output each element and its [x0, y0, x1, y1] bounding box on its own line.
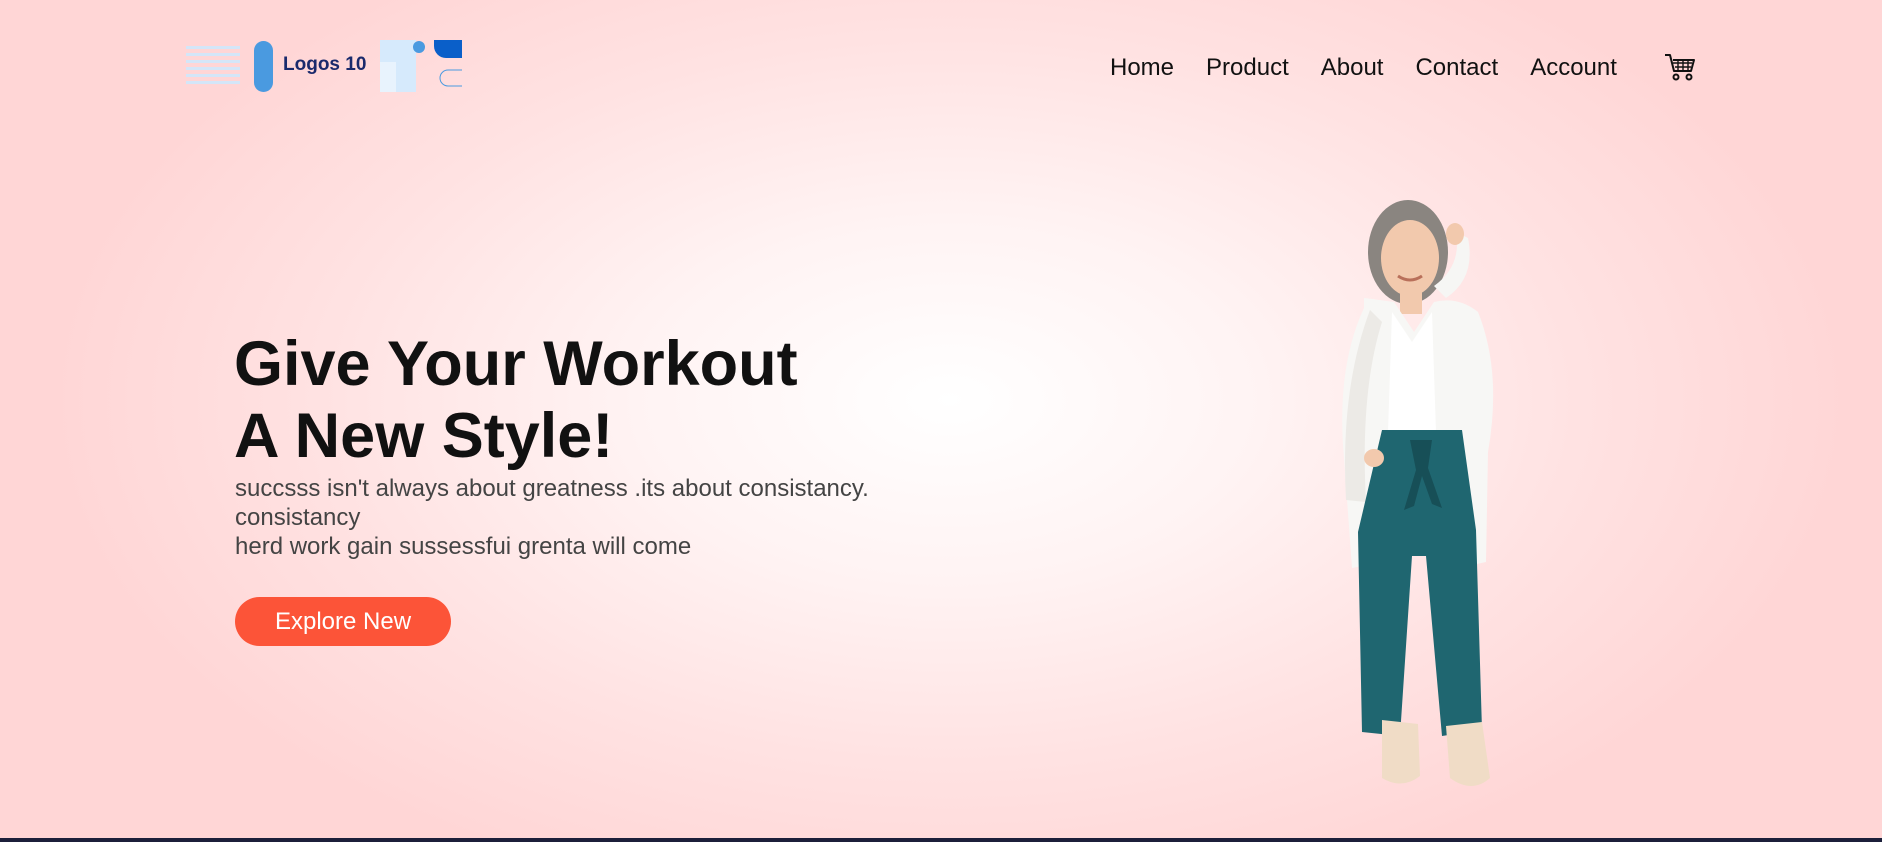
- nav-home[interactable]: Home: [1110, 54, 1174, 82]
- nav-contact[interactable]: Contact: [1415, 54, 1498, 82]
- nav-product[interactable]: Product: [1206, 54, 1289, 82]
- logo-text: Logos 10: [283, 54, 367, 75]
- main-nav: Home Product About Contact Account: [1110, 54, 1649, 82]
- hero-model-image: [1342, 200, 1494, 786]
- hero-subtext-line-2: consistancy: [235, 504, 361, 531]
- nav-account[interactable]: Account: [1530, 54, 1617, 82]
- hero-headline-line-1: Give Your Workout: [234, 329, 798, 399]
- footer-edge-bar: [0, 838, 1882, 842]
- hero-headline: Give Your Workout A New Style!: [234, 328, 798, 472]
- hero-headline-line-2: A New Style!: [234, 401, 614, 471]
- explore-new-button[interactable]: Explore New: [235, 597, 451, 646]
- cart-icon[interactable]: [1664, 52, 1696, 82]
- hero-subtext: succsss isn't always about greatness .it…: [235, 474, 869, 561]
- hero-subtext-line-1: succsss isn't always about greatness .it…: [235, 475, 869, 502]
- hero-subtext-line-3: herd work gain sussessfui grenta will co…: [235, 533, 692, 560]
- nav-about[interactable]: About: [1321, 54, 1384, 82]
